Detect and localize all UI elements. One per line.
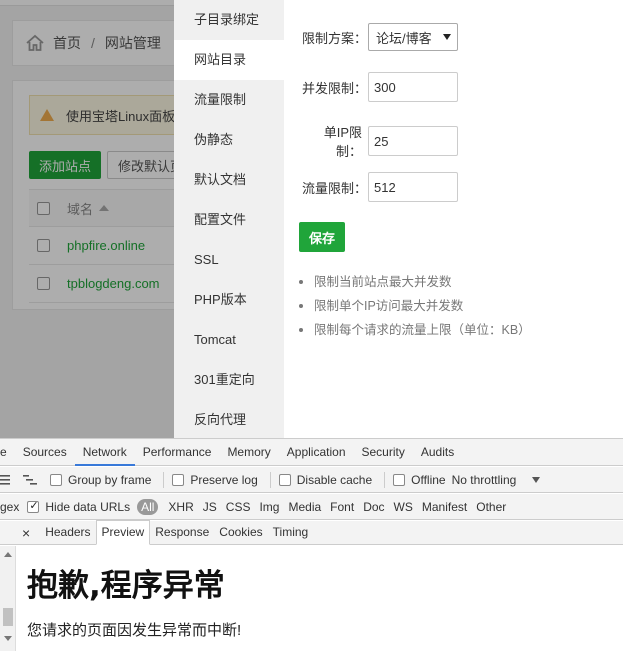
- tab-301-redirect[interactable]: 301重定向: [174, 360, 284, 400]
- per-ip-row: 单IP限制： 25: [302, 122, 458, 160]
- filter-doc[interactable]: Doc: [363, 500, 384, 514]
- chevron-down-icon: [443, 34, 451, 40]
- tip-item: 限制单个IP访问最大并发数: [299, 294, 531, 318]
- hide-data-urls-label: Hide data URLs: [45, 499, 131, 514]
- disable-cache-option[interactable]: Disable cache: [278, 472, 373, 487]
- tab-memory[interactable]: Memory: [219, 439, 278, 466]
- toolbar-divider: [163, 471, 165, 488]
- site-settings-modal: 子目录绑定 网站目录 流量限制 伪静态 默认文档 配置文件 SSL PHP版本 …: [174, 0, 623, 438]
- error-message: 您请求的页面因发生异常而中断!: [27, 622, 242, 639]
- tab-php-version[interactable]: PHP版本: [174, 280, 284, 320]
- tab-reverse-proxy[interactable]: 反向代理: [174, 400, 284, 440]
- toolbar-divider: [269, 471, 271, 488]
- filter-font[interactable]: Font: [330, 500, 354, 514]
- waterfall-icon[interactable]: [22, 474, 38, 486]
- tab-audits[interactable]: Audits: [413, 439, 462, 466]
- hide-data-urls-checkbox[interactable]: [27, 499, 40, 513]
- plan-row: 限制方案： 论坛/博客: [302, 23, 458, 51]
- filter-all[interactable]: All: [137, 498, 159, 515]
- save-button[interactable]: 保存: [299, 222, 345, 252]
- filter-js[interactable]: JS: [203, 500, 217, 514]
- traffic-label: 流量限制：: [302, 180, 368, 196]
- error-heading: 抱歉,程序异常: [27, 568, 225, 604]
- filter-img[interactable]: Img: [259, 500, 279, 514]
- filter-ws[interactable]: WS: [394, 500, 413, 514]
- plan-label: 限制方案：: [302, 30, 368, 46]
- preserve-log-label: Preserve log: [190, 472, 258, 487]
- close-icon[interactable]: ×: [22, 525, 30, 541]
- tab-ssl[interactable]: SSL: [174, 240, 284, 280]
- preserve-log-option[interactable]: Preserve log: [172, 472, 258, 487]
- tab-performance[interactable]: Performance: [135, 439, 220, 466]
- tab-console-partial[interactable]: e: [0, 439, 15, 466]
- disable-cache-checkbox[interactable]: [278, 473, 291, 486]
- tab-timing[interactable]: Timing: [268, 521, 314, 545]
- group-by-frame-checkbox[interactable]: [50, 473, 62, 486]
- toolbar-divider: [384, 471, 386, 488]
- scroll-up-icon[interactable]: [4, 552, 12, 557]
- concurrency-row: 并发限制： 300: [302, 72, 458, 102]
- traffic-row: 流量限制： 512: [302, 172, 458, 202]
- network-filter-bar: gex Hide data URLs All XHR JS CSS Img Me…: [0, 494, 623, 520]
- concurrency-input[interactable]: 300: [368, 72, 458, 102]
- tab-response[interactable]: Response: [150, 521, 214, 545]
- regex-option-partial[interactable]: gex: [0, 500, 19, 514]
- throttling-select[interactable]: No throttling: [452, 473, 517, 487]
- response-preview: 抱歉,程序异常 您请求的页面因发生异常而中断!: [0, 546, 623, 651]
- traffic-limit-panel: 限制方案： 论坛/博客 并发限制： 300 单IP限制： 25 流量限制： 51…: [284, 0, 623, 438]
- tab-subdirectory-binding[interactable]: 子目录绑定: [174, 0, 284, 40]
- request-detail-tabs: × Headers Preview Response Cookies Timin…: [0, 520, 623, 545]
- tab-preview[interactable]: Preview: [95, 520, 151, 545]
- per-ip-input[interactable]: 25: [368, 126, 458, 156]
- preserve-log-checkbox[interactable]: [172, 473, 185, 486]
- tab-tomcat[interactable]: Tomcat: [174, 320, 284, 360]
- filter-manifest[interactable]: Manifest: [422, 500, 467, 514]
- tab-traffic-limit[interactable]: 流量限制: [174, 80, 284, 120]
- tab-site-directory[interactable]: 网站目录: [174, 40, 284, 80]
- tab-cookies[interactable]: Cookies: [214, 521, 267, 545]
- filter-css[interactable]: CSS: [226, 500, 251, 514]
- tab-headers[interactable]: Headers: [40, 521, 95, 545]
- devtools-tab-bar: e Sources Network Performance Memory App…: [0, 439, 623, 466]
- devtools-panel: e Sources Network Performance Memory App…: [0, 438, 623, 651]
- offline-label: Offline: [411, 472, 446, 487]
- chevron-down-icon[interactable]: [532, 476, 541, 483]
- tab-config-file[interactable]: 配置文件: [174, 200, 284, 240]
- offline-option[interactable]: Offline: [393, 472, 446, 487]
- list-view-icon[interactable]: [0, 474, 14, 486]
- scroll-down-icon[interactable]: [4, 636, 12, 641]
- tip-item: 限制当前站点最大并发数: [299, 270, 531, 294]
- group-by-frame-label: Group by frame: [68, 472, 152, 487]
- network-toolbar: Group by frame Preserve log Disable cach…: [0, 467, 623, 493]
- filter-xhr[interactable]: XHR: [168, 500, 193, 514]
- vertical-scrollbar[interactable]: [0, 546, 16, 651]
- traffic-input[interactable]: 512: [368, 172, 458, 202]
- tip-item: 限制每个请求的流量上限（单位：KB）: [299, 318, 531, 342]
- tab-rewrite[interactable]: 伪静态: [174, 120, 284, 160]
- per-ip-label: 单IP限制：: [323, 125, 362, 159]
- plan-selected-value: 论坛/博客: [376, 30, 432, 46]
- tab-security[interactable]: Security: [354, 439, 413, 466]
- offline-checkbox[interactable]: [393, 473, 406, 486]
- filter-media[interactable]: Media: [288, 500, 321, 514]
- plan-select[interactable]: 论坛/博客: [368, 23, 458, 51]
- concurrency-label: 并发限制：: [302, 80, 368, 96]
- tab-application[interactable]: Application: [279, 439, 354, 466]
- help-tips: 限制当前站点最大并发数 限制单个IP访问最大并发数 限制每个请求的流量上限（单位…: [299, 270, 531, 342]
- tab-network[interactable]: Network: [74, 439, 135, 466]
- scrollbar-thumb[interactable]: [3, 608, 13, 626]
- tab-sources[interactable]: Sources: [15, 439, 75, 466]
- group-by-frame-option[interactable]: Group by frame: [50, 473, 151, 487]
- filter-other[interactable]: Other: [476, 500, 506, 514]
- tab-default-document[interactable]: 默认文档: [174, 160, 284, 200]
- disable-cache-label: Disable cache: [296, 472, 373, 487]
- settings-tab-list: 子目录绑定 网站目录 流量限制 伪静态 默认文档 配置文件 SSL PHP版本 …: [174, 0, 284, 438]
